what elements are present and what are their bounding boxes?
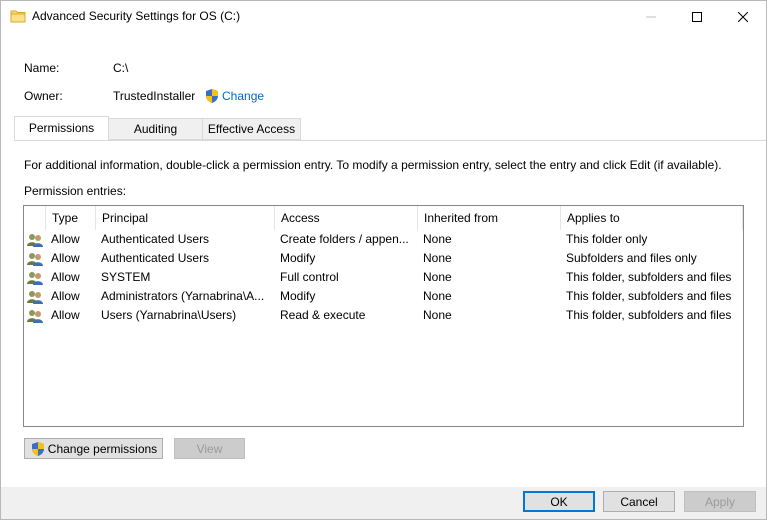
table-row[interactable]: Allow Authenticated Users Create folders… — [24, 230, 743, 249]
users-icon — [27, 232, 43, 248]
column-header-inherited-from[interactable]: Inherited from — [418, 206, 561, 230]
table-row[interactable]: Allow Administrators (Yarnabrina\A... Mo… — [24, 287, 743, 306]
permission-entries-label: Permission entries: — [24, 184, 127, 198]
cell-access: Read & execute — [280, 308, 366, 322]
tab-auditing[interactable]: Auditing — [108, 118, 203, 140]
users-icon — [27, 289, 43, 305]
window-title: Advanced Security Settings for OS (C:) — [32, 9, 241, 23]
minimize-icon — [646, 16, 656, 17]
cell-inherited-from: None — [423, 308, 452, 322]
cell-principal: Users (Yarnabrina\Users) — [101, 308, 237, 322]
cell-type: Allow — [51, 251, 80, 265]
table-row[interactable]: Allow Authenticated Users Modify None Su… — [24, 249, 743, 268]
cell-access: Full control — [280, 270, 339, 284]
maximize-icon — [692, 11, 702, 22]
cell-principal: Administrators (Yarnabrina\A... — [101, 289, 265, 303]
change-owner-link[interactable]: Change — [222, 89, 264, 103]
dialog-footer: OK Cancel Apply — [1, 487, 766, 519]
folder-icon — [10, 8, 26, 24]
cell-applies-to: This folder, subfolders and files — [566, 308, 732, 322]
cell-principal: Authenticated Users — [101, 251, 210, 265]
cell-access: Modify — [280, 289, 316, 303]
owner-value: TrustedInstaller — [113, 89, 196, 103]
close-button[interactable] — [720, 1, 766, 32]
cell-applies-to: Subfolders and files only — [566, 251, 697, 265]
uac-shield-icon — [30, 441, 46, 457]
tab-permissions[interactable]: Permissions — [14, 116, 109, 140]
name-label: Name: — [24, 61, 60, 75]
list-header: Type Principal Access Inherited from App… — [24, 206, 743, 230]
ok-button[interactable]: OK — [523, 491, 595, 512]
maximize-button[interactable] — [674, 1, 720, 32]
users-icon — [27, 308, 43, 324]
cell-type: Allow — [51, 289, 80, 303]
column-header-icon[interactable] — [24, 206, 46, 230]
cell-access: Create folders / appen... — [280, 232, 409, 246]
cell-applies-to: This folder only — [566, 232, 648, 246]
tab-effective-access[interactable]: Effective Access — [202, 118, 301, 140]
column-header-type[interactable]: Type — [46, 206, 96, 230]
name-value: C:\ — [113, 61, 129, 75]
cell-access: Modify — [280, 251, 316, 265]
column-header-principal[interactable]: Principal — [96, 206, 275, 230]
tab-strip: Permissions Auditing Effective Access — [1, 116, 766, 140]
cell-type: Allow — [51, 270, 80, 284]
cell-inherited-from: None — [423, 289, 452, 303]
table-row[interactable]: Allow SYSTEM Full control None This fold… — [24, 268, 743, 287]
change-permissions-button[interactable]: Change permissions — [24, 438, 163, 459]
change-permissions-label: Change permissions — [47, 441, 158, 456]
minimize-button[interactable] — [628, 1, 674, 32]
cell-principal: SYSTEM — [101, 270, 151, 284]
cell-type: Allow — [51, 308, 80, 322]
table-row[interactable]: Allow Users (Yarnabrina\Users) Read & ex… — [24, 306, 743, 325]
cell-inherited-from: None — [423, 232, 452, 246]
cell-applies-to: This folder, subfolders and files — [566, 289, 732, 303]
tab-divider — [14, 140, 766, 141]
close-icon — [738, 11, 748, 22]
cancel-button[interactable]: Cancel — [603, 491, 675, 512]
cell-principal: Authenticated Users — [101, 232, 210, 246]
owner-label: Owner: — [24, 89, 63, 103]
instructions-text: For additional information, double-click… — [24, 158, 722, 172]
view-button[interactable]: View — [174, 438, 245, 459]
uac-shield-icon — [204, 88, 220, 104]
dialog-content: Name: C:\ Owner: TrustedInstaller Change… — [1, 32, 766, 487]
apply-button[interactable]: Apply — [684, 491, 756, 512]
cell-inherited-from: None — [423, 270, 452, 284]
column-header-applies-to[interactable]: Applies to — [561, 206, 743, 230]
cell-applies-to: This folder, subfolders and files — [566, 270, 732, 284]
advanced-security-settings-window: Advanced Security Settings for OS (C:) N… — [0, 0, 767, 520]
users-icon — [27, 251, 43, 267]
cell-type: Allow — [51, 232, 80, 246]
title-bar[interactable]: Advanced Security Settings for OS (C:) — [1, 1, 766, 32]
column-header-access[interactable]: Access — [275, 206, 418, 230]
users-icon — [27, 270, 43, 286]
permission-entries-list[interactable]: Type Principal Access Inherited from App… — [23, 205, 744, 427]
cell-inherited-from: None — [423, 251, 452, 265]
